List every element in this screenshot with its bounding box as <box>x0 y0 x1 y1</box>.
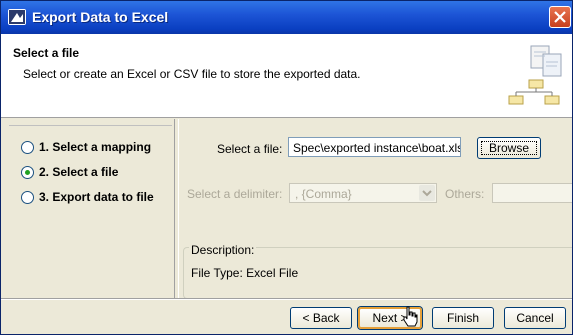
page-description: Select or create an Excel or CSV file to… <box>23 67 361 81</box>
close-icon <box>554 11 566 23</box>
step-radio[interactable] <box>21 141 34 154</box>
step-radio-selected[interactable] <box>21 166 34 179</box>
browse-button[interactable]: Browse <box>477 137 541 159</box>
chevron-down-icon <box>419 185 435 201</box>
delimiter-label: Select a delimiter: <box>187 187 283 201</box>
delimiter-value: , {Comma} <box>295 187 352 201</box>
title-bar[interactable]: Export Data to Excel <box>1 1 572 34</box>
others-input[interactable] <box>492 183 572 203</box>
back-button[interactable]: < Back <box>290 307 352 329</box>
others-label: Others: <box>445 187 485 201</box>
window-title: Export Data to Excel <box>32 9 169 25</box>
delimiter-select[interactable]: , {Comma} <box>289 183 437 203</box>
file-path-input[interactable]: Spec\exported instance\boat.xls <box>288 137 461 157</box>
footer-separator <box>1 298 572 300</box>
page-title: Select a file <box>13 46 80 60</box>
description-value: File Type: Excel File <box>191 266 299 280</box>
app-icon <box>8 9 26 25</box>
cancel-button[interactable]: Cancel <box>504 307 566 329</box>
description-title: Description: <box>189 243 257 257</box>
export-diagram-icon <box>508 45 562 105</box>
step-label: 2. Select a file <box>39 165 119 179</box>
file-selection-panel: Select a file: Spec\exported instance\bo… <box>179 119 572 299</box>
wizard-steps: 1. Select a mapping 2. Select a file 3. … <box>9 125 172 296</box>
finish-button[interactable]: Finish <box>432 307 494 329</box>
wizard-header: Select a file Select or create an Excel … <box>1 34 572 118</box>
hand-cursor-icon <box>403 306 418 327</box>
step-label: 1. Select a mapping <box>39 140 152 154</box>
export-dialog: Export Data to Excel Select a file Selec… <box>0 0 573 335</box>
close-button[interactable] <box>549 6 571 28</box>
step-label: 3. Export data to file <box>39 190 154 204</box>
file-label: Select a file: <box>217 142 283 156</box>
step-radio[interactable] <box>21 191 34 204</box>
